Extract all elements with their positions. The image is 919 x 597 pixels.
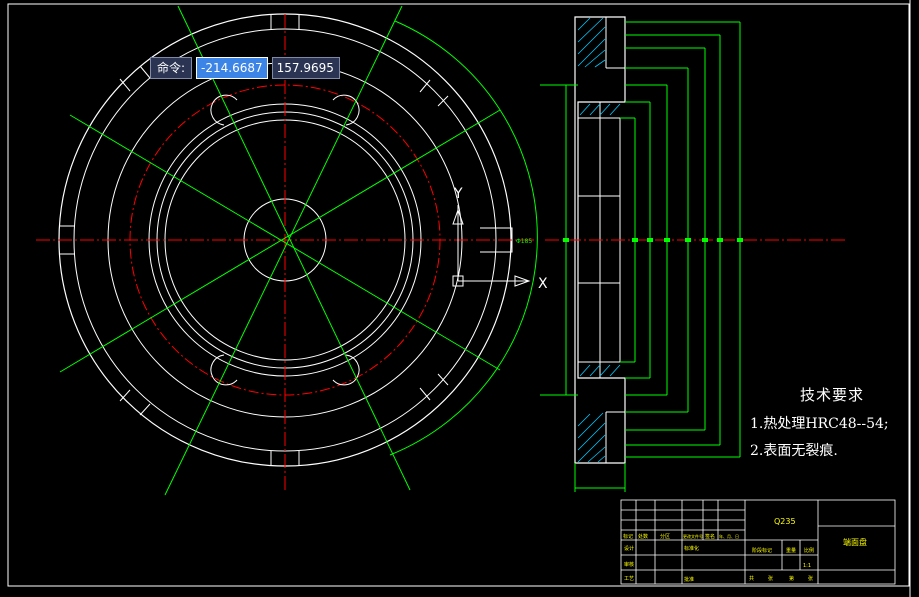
dynamic-input[interactable]: 命令: -214.6687 157.9695 <box>150 57 340 79</box>
front-view[interactable]: Φ185 <box>36 5 538 496</box>
label-sheet: 张 <box>808 575 813 582</box>
label-mark: 标记 <box>623 533 633 540</box>
section-dimensions <box>540 21 741 492</box>
label-approve: 批准 <box>684 576 694 583</box>
angle-line-2 <box>164 5 403 496</box>
label-weight: 重量 <box>786 547 796 554</box>
label-no: 第 <box>789 575 794 582</box>
angle-line-3 <box>59 109 501 373</box>
ucs-y-label: Y <box>453 186 463 202</box>
label-standard: 标准化 <box>684 545 699 552</box>
drawing-canvas[interactable]: Φ185 Y X Q235 端面盘 1:1 标记 处数 分区 更改文件号 签名 … <box>0 0 919 597</box>
x-coordinate-input[interactable]: -214.6687 <box>196 57 268 79</box>
label-count: 处数 <box>638 533 648 540</box>
tech-requirements-title: 技术要求 <box>800 386 865 404</box>
label-process: 工艺 <box>624 576 634 582</box>
label-total: 共 <box>749 575 754 582</box>
label-ratio: 比例 <box>804 547 814 554</box>
ucs-x-label: X <box>538 276 548 292</box>
title-scale: 1:1 <box>803 563 811 569</box>
label-review: 审核 <box>624 561 634 568</box>
tech-requirement-1: 1.热处理HRC48--54; <box>750 416 889 432</box>
label-date: 年、月、日 <box>719 533 739 539</box>
command-label: 命令: <box>150 57 193 79</box>
label-design: 设计 <box>624 545 634 552</box>
label-stage: 阶段标记 <box>752 547 772 554</box>
drawing-frame <box>7 3 910 587</box>
y-coordinate-input[interactable]: 157.9695 <box>271 57 340 79</box>
svg-text:Φ185: Φ185 <box>516 238 532 245</box>
label-change-doc: 更改文件号 <box>683 533 703 539</box>
title-material: Q235 <box>774 517 796 526</box>
label-signature: 签名 <box>705 533 715 540</box>
label-zone: 分区 <box>660 533 670 540</box>
ucs-icon <box>452 205 531 287</box>
title-part-name: 端面盘 <box>843 537 867 547</box>
label-sheets: 张 <box>768 575 773 582</box>
tech-requirement-2: 2.表面无裂痕. <box>750 443 838 459</box>
